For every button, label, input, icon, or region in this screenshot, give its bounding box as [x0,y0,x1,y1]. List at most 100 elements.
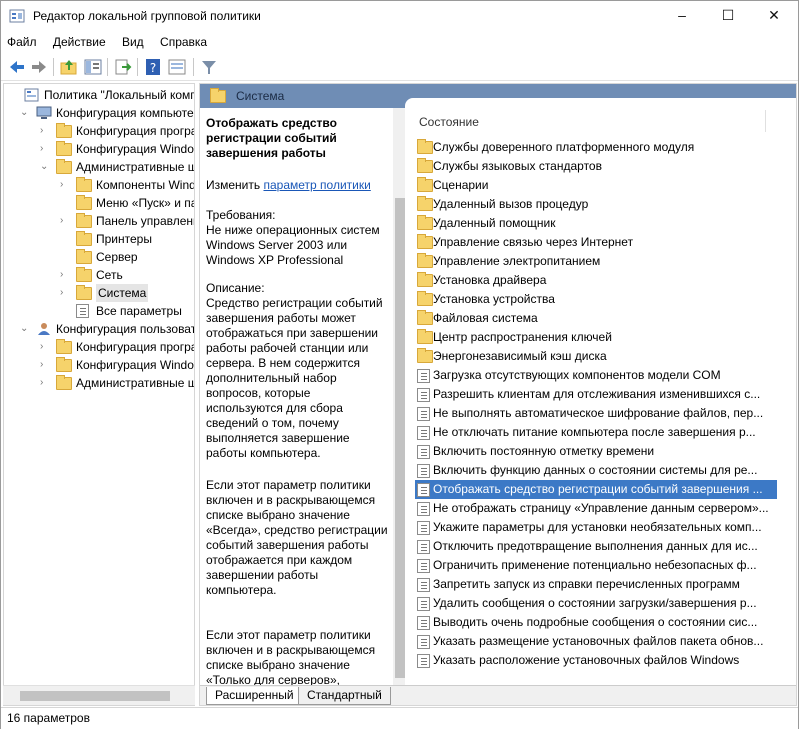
policy-list-item[interactable]: Не отключать питание компьютера после за… [415,423,777,442]
details-pane: Система Отображать средство регистрации … [199,83,797,706]
minimize-button[interactable]: – [659,1,705,31]
tree-item[interactable]: › Панель управления [4,212,194,230]
tree-item[interactable]: › Компоненты Windo [4,176,194,194]
policy-list-item[interactable]: Укажите параметры для установки необязат… [415,518,777,537]
policy-list-item[interactable]: Загрузка отсутствующих компонентов модел… [415,366,777,385]
policy-icon [24,88,40,102]
edit-policy-link[interactable]: параметр политики [263,178,370,192]
menu-action[interactable]: Действие [47,32,113,49]
policy-list-item[interactable]: Удалить сообщения о состоянии загрузки/з… [415,594,777,613]
policy-list-item[interactable]: Указать размещение установочных файлов п… [415,632,777,651]
expanded-chevron-icon[interactable]: ⌄ [20,320,32,338]
tree-item-label: Сервер [96,250,138,264]
collapsed-chevron-icon[interactable]: › [40,374,52,392]
collapsed-chevron-icon[interactable]: › [60,176,72,194]
policy-list-item[interactable]: Не выполнять автоматическое шифрование ф… [415,404,777,423]
tab-standard[interactable]: Стандартный [298,687,391,705]
folder-list-item[interactable]: Файловая система [415,309,777,328]
tree-item[interactable]: › Система [4,284,194,302]
folder-icon [76,195,92,210]
menu-file[interactable]: Файл [1,32,44,49]
folder-list-item[interactable]: Удаленный помощник [415,214,777,233]
menu-view[interactable]: Вид [116,32,151,49]
tree-item[interactable]: › Конфигурация Window [4,356,194,374]
tree-item[interactable]: › Конфигурация програм [4,338,194,356]
menu-help[interactable]: Справка [154,32,214,49]
policy-list-item[interactable]: Включить функцию данных о состоянии сист… [415,461,777,480]
folder-icon [417,215,433,230]
collapsed-chevron-icon[interactable]: › [60,266,72,284]
policy-list-item[interactable]: Выводить очень подробные сообщения о сос… [415,613,777,632]
policy-setting-icon [417,464,430,478]
expanded-chevron-icon[interactable]: ⌄ [40,158,52,176]
tree-item[interactable]: › Административные ша [4,374,194,392]
policy-list-item[interactable]: Включить постоянную отметку времени [415,442,777,461]
description-panel: Отображать средство регистрации событий … [200,108,410,685]
folder-icon [76,213,92,228]
tree-item[interactable]: ⌄ Конфигурация компьютер [4,104,194,122]
collapsed-chevron-icon[interactable]: › [60,212,72,230]
folder-list-item[interactable]: Службы языковых стандартов [415,157,777,176]
collapsed-chevron-icon[interactable]: › [60,284,72,302]
tab-extended[interactable]: Расширенный [206,687,303,705]
tree-item[interactable]: Все параметры [4,302,194,320]
folder-list-item[interactable]: Установка устройства [415,290,777,309]
tree-item[interactable]: Сервер [4,248,194,266]
folder-icon [56,141,72,156]
list-item-label: Укажите параметры для установки необязат… [433,520,762,534]
maximize-button[interactable]: ☐ [705,1,751,31]
tree-item-label: Конфигурация пользовате [56,322,195,336]
folder-list-item[interactable]: Центр распространения ключей [415,328,777,347]
user-icon [36,322,52,336]
collapsed-chevron-icon[interactable]: › [40,338,52,356]
show-hide-tree-icon[interactable] [83,57,103,77]
filter-icon[interactable] [199,57,219,77]
status-text: 16 параметров [7,711,90,725]
folder-list-item[interactable]: Службы доверенного платформенного модуля [415,138,777,157]
computer-icon [36,106,52,120]
back-arrow-icon[interactable] [7,57,27,77]
tree-horizontal-scrollbar[interactable] [3,685,195,705]
tree-item[interactable]: ⌄ Конфигурация пользовате [4,320,194,338]
policy-setting-icon [417,616,430,630]
tree-item-label: Компоненты Windo [96,178,195,192]
folder-list-item[interactable]: Управление связью через Интернет [415,233,777,252]
policy-list-item[interactable]: Указать расположение установочных файлов… [415,651,777,670]
policy-list-item[interactable]: Разрешить клиентам для отслеживания изме… [415,385,777,404]
policy-setting-icon [417,369,430,383]
policy-list-item[interactable]: Отображать средство регистрации событий … [415,480,777,499]
collapsed-chevron-icon[interactable]: › [40,140,52,158]
list-item-label: Ограничить применение потенциально небез… [433,558,757,572]
policy-list-item[interactable]: Отключить предотвращение выполнения данн… [415,537,777,556]
edit-prefix: Изменить [206,178,261,192]
policy-list-item[interactable]: Ограничить применение потенциально небез… [415,556,777,575]
folder-list-item[interactable]: Установка драйвера [415,271,777,290]
status-bar: 16 параметров [1,707,798,729]
folder-list-item[interactable]: Удаленный вызов процедур [415,195,777,214]
tree-item[interactable]: › Сеть [4,266,194,284]
expanded-chevron-icon[interactable]: ⌄ [20,104,32,122]
collapsed-chevron-icon[interactable]: › [40,122,52,140]
tree-item[interactable]: ⌄ Административные ша [4,158,194,176]
tree-item[interactable]: Принтеры [4,230,194,248]
help-icon[interactable]: ? [143,57,163,77]
tree-item[interactable]: Меню «Пуск» и пане [4,194,194,212]
up-folder-icon[interactable] [59,57,79,77]
tree-item-label: Административные ша [76,160,195,174]
policy-list-item[interactable]: Запретить запуск из справки перечисленны… [415,575,777,594]
folder-list-item[interactable]: Энергонезависимый кэш диска [415,347,777,366]
tree-item[interactable]: › Конфигурация програм [4,122,194,140]
policy-list-item[interactable]: Не отображать страницу «Управление данны… [415,499,777,518]
export-list-icon[interactable] [113,57,133,77]
tree-item[interactable]: Политика "Локальный компь [4,86,194,104]
properties-icon[interactable] [167,57,187,77]
policy-setting-icon [417,597,430,611]
folder-list-item[interactable]: Управление электропитанием [415,252,777,271]
close-button[interactable]: ✕ [751,1,797,31]
collapsed-chevron-icon[interactable]: › [40,356,52,374]
tree-item[interactable]: › Конфигурация Window [4,140,194,158]
forward-arrow-icon[interactable] [29,57,49,77]
scrollbar-thumb[interactable] [20,691,170,701]
column-header-state[interactable]: Состояние [419,115,479,129]
folder-list-item[interactable]: Сценарии [415,176,777,195]
